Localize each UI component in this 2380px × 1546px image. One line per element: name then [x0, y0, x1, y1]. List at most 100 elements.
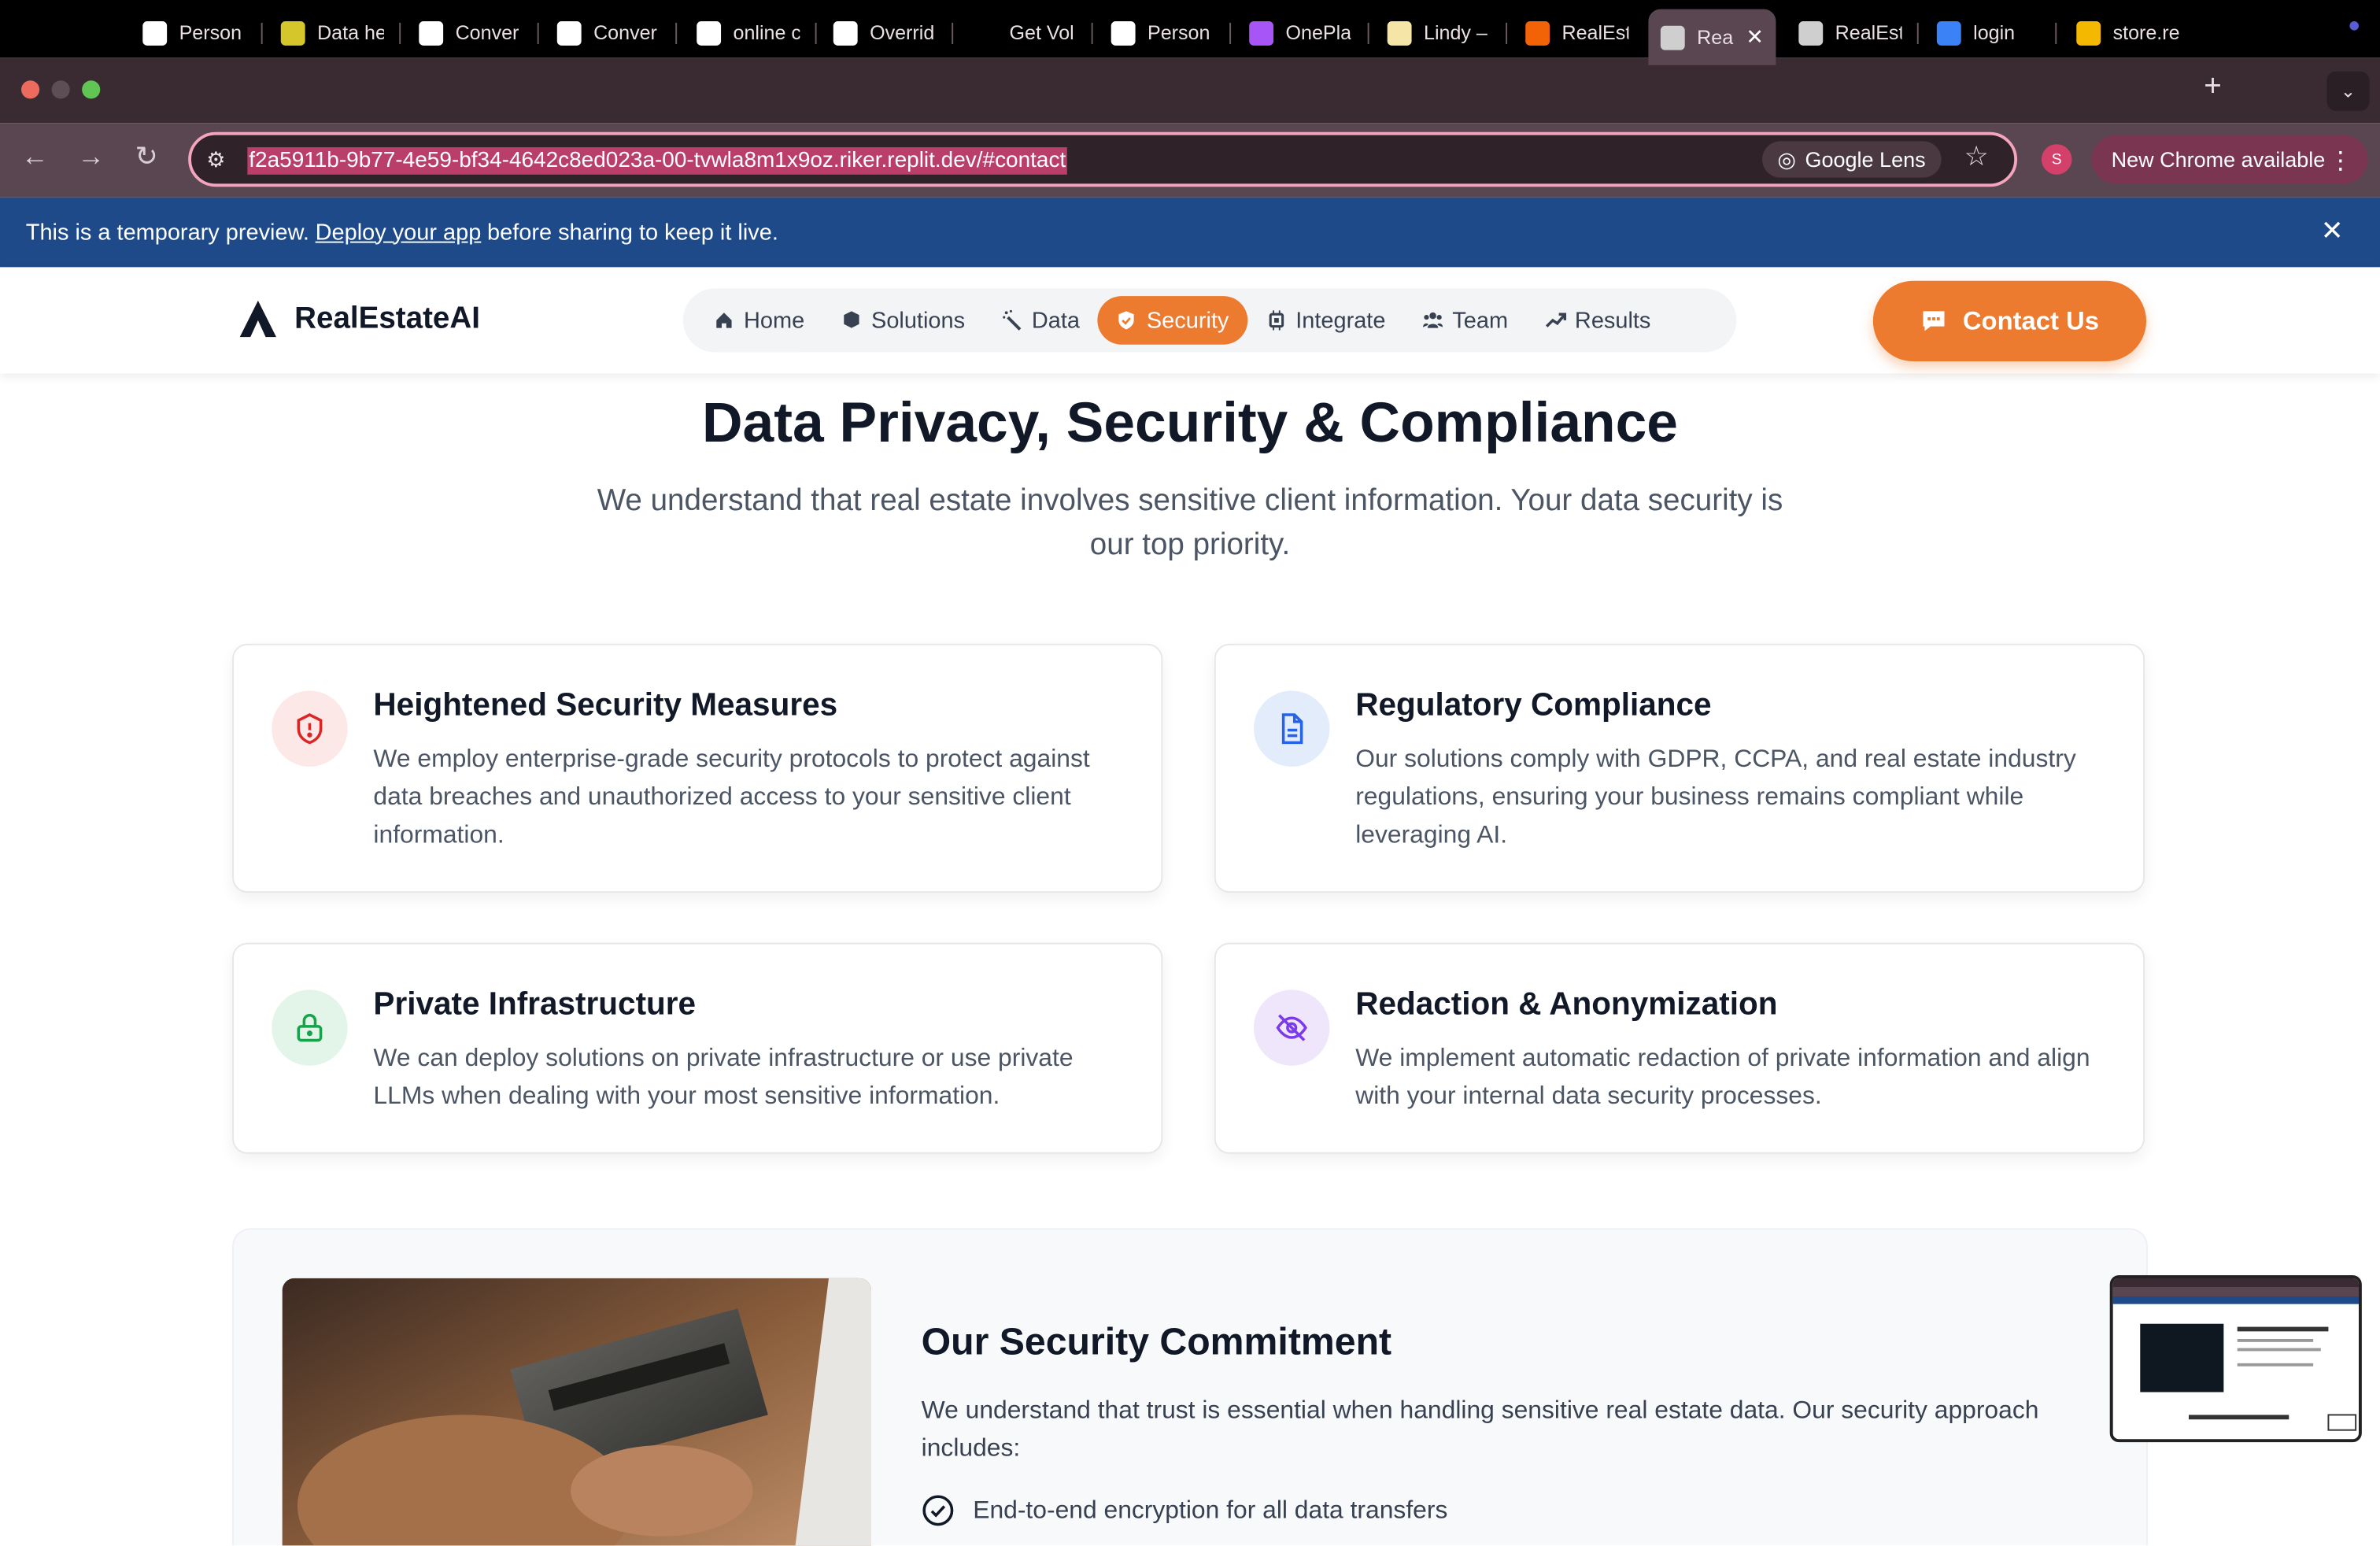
forward-button[interactable]: →: [77, 141, 105, 172]
url-text[interactable]: f2a5911b-9b77-4e59-bf34-4642c8ed023a-00-…: [247, 147, 1068, 175]
section-subtitle: We understand that real estate involves …: [597, 484, 1783, 562]
card-title: Private Infrastructure: [373, 986, 697, 1022]
browser-tab[interactable]: Get Vol: [961, 9, 1088, 57]
nav-results[interactable]: Results: [1526, 296, 1669, 345]
new-tab-button[interactable]: +: [2204, 70, 2222, 105]
nav-security[interactable]: Security: [1098, 296, 1247, 345]
card-title: Redaction & Anonymization: [1355, 986, 1778, 1022]
browser-tab[interactable]: Person: [1099, 9, 1226, 57]
tab-title: Get Vol: [1009, 20, 1074, 44]
pause-app-icon: [556, 20, 582, 45]
tab-title: RealEst: [1835, 20, 1902, 44]
nav-team[interactable]: Team: [1404, 296, 1527, 345]
home-icon: [716, 313, 732, 328]
back-button[interactable]: ←: [21, 141, 49, 172]
tab-separator: [399, 22, 401, 44]
nav-data[interactable]: Data: [983, 296, 1098, 345]
minimize-window-button[interactable]: [51, 80, 70, 99]
browser-tab[interactable]: Rea ✕: [1648, 9, 1776, 65]
google-icon: [697, 20, 722, 45]
preview-banner: This is a temporary preview. Deploy your…: [0, 197, 2380, 268]
new-chrome-available-button[interactable]: New Chrome available ⋮: [2091, 135, 2368, 184]
status-dot: [2349, 20, 2359, 31]
close-tab-icon[interactable]: ✕: [1746, 24, 1764, 50]
site-settings-icon[interactable]: ⚙: [206, 147, 225, 173]
commitment-list-item: End-to-end encryption for all data trans…: [922, 1494, 1447, 1527]
document-icon: [1253, 690, 1330, 767]
globe-icon: [1660, 24, 1685, 50]
tab-title: Data he: [317, 20, 384, 44]
lens-icon: ◎: [1777, 146, 1796, 171]
tab-separator: [1367, 22, 1369, 44]
nav-label: Results: [1574, 307, 1651, 334]
profile-avatar[interactable]: S: [2041, 144, 2072, 175]
screen-preview-thumbnail[interactable]: [2109, 1274, 2362, 1443]
p-logo-icon: [973, 20, 998, 45]
browser-tab[interactable]: Person: [131, 9, 258, 57]
brand-name: RealEstateAI: [294, 301, 480, 335]
tab-title: Conver: [455, 20, 519, 44]
logo-icon: [239, 300, 276, 338]
nav-integrate[interactable]: Integrate: [1247, 296, 1404, 345]
browser-tab[interactable]: Conver: [407, 9, 534, 57]
tab-title: online c: [733, 20, 800, 44]
browser-tab[interactable]: online c: [685, 9, 812, 57]
chip-icon: [1268, 310, 1284, 331]
browser-tab[interactable]: Lindy –: [1375, 9, 1502, 57]
credit-card-photo: [282, 1278, 871, 1546]
site-logo[interactable]: RealEstateAI: [237, 298, 480, 340]
kebab-menu-icon[interactable]: ⋮: [2328, 146, 2352, 176]
tab-title: OnePla: [1285, 20, 1352, 44]
oneplace-icon: [1249, 20, 1274, 45]
browser-tab[interactable]: Data he: [268, 9, 396, 57]
card-title: Heightened Security Measures: [373, 687, 838, 723]
tab-title: login: [1973, 20, 2016, 44]
browser-tab[interactable]: store.re: [2064, 9, 2192, 57]
google-icon: [1111, 20, 1136, 45]
globe-icon: [1798, 20, 1824, 45]
google-lens-button[interactable]: ◎ Google Lens: [1762, 141, 1941, 178]
eye-off-icon: [1253, 989, 1330, 1066]
nav-label: Integrate: [1295, 307, 1386, 334]
card-body: We implement automatic redaction of priv…: [1355, 1044, 2090, 1110]
tab-title: RealEst: [1561, 20, 1629, 44]
browser-tab[interactable]: login: [1924, 9, 2052, 57]
close-window-button[interactable]: [20, 80, 40, 99]
contact-us-label: Contact Us: [1962, 305, 2099, 335]
banner-text: This is a temporary preview.: [25, 219, 309, 246]
browser-toolbar: ← → ↻ ⚙ f2a5911b-9b77-4e59-bf34-4642c8ed…: [0, 123, 2380, 198]
close-icon[interactable]: ✕: [2321, 216, 2344, 247]
nav-label: Team: [1452, 307, 1509, 334]
nav-solutions[interactable]: Solutions: [822, 296, 983, 345]
card-body: We can deploy solutions on private infra…: [373, 1044, 1074, 1110]
site-header: RealEstateAI Home Solutions Data Security In…: [0, 267, 2380, 374]
check-circle-icon: [922, 1495, 954, 1526]
tab-search-button[interactable]: ⌄: [2326, 71, 2370, 111]
browser-tab[interactable]: OnePla: [1237, 9, 1365, 57]
trend-up-icon: [1545, 313, 1566, 327]
lock-icon: [272, 989, 348, 1066]
card-redaction-anonymization: Redaction & Anonymization We implement a…: [1214, 942, 2145, 1154]
address-bar[interactable]: ⚙ f2a5911b-9b77-4e59-bf34-4642c8ed023a-0…: [188, 131, 2018, 187]
users-icon: [1422, 312, 1443, 328]
tab-title: Conver: [593, 20, 657, 44]
bookmark-star-icon[interactable]: ☆: [1964, 141, 1989, 172]
browser-tab[interactable]: Conver: [545, 9, 672, 57]
magic-wand-icon: [1002, 309, 1021, 331]
tab-separator: [675, 22, 678, 44]
nav-home[interactable]: Home: [695, 296, 822, 345]
new-chrome-label: New Chrome available: [2111, 147, 2326, 172]
nav-label: Data: [1031, 307, 1081, 334]
card-body: We employ enterprise-grade security prot…: [373, 745, 1090, 849]
deploy-link[interactable]: Deploy your app: [316, 220, 482, 246]
contact-us-button[interactable]: Contact Us: [1872, 280, 2146, 361]
browser-tab[interactable]: RealEst: [1787, 9, 1914, 57]
tab-title: store.re: [2112, 20, 2180, 44]
browser-tab[interactable]: Overrid: [821, 9, 948, 57]
r-logo-icon: [2076, 20, 2101, 45]
reload-button[interactable]: ↻: [135, 141, 158, 172]
commitment-body: We understand that trust is essential wh…: [921, 1396, 2039, 1463]
tab-separator: [1229, 22, 1232, 44]
browser-tab[interactable]: RealEst: [1513, 9, 1641, 57]
maximize-window-button[interactable]: [82, 80, 101, 99]
